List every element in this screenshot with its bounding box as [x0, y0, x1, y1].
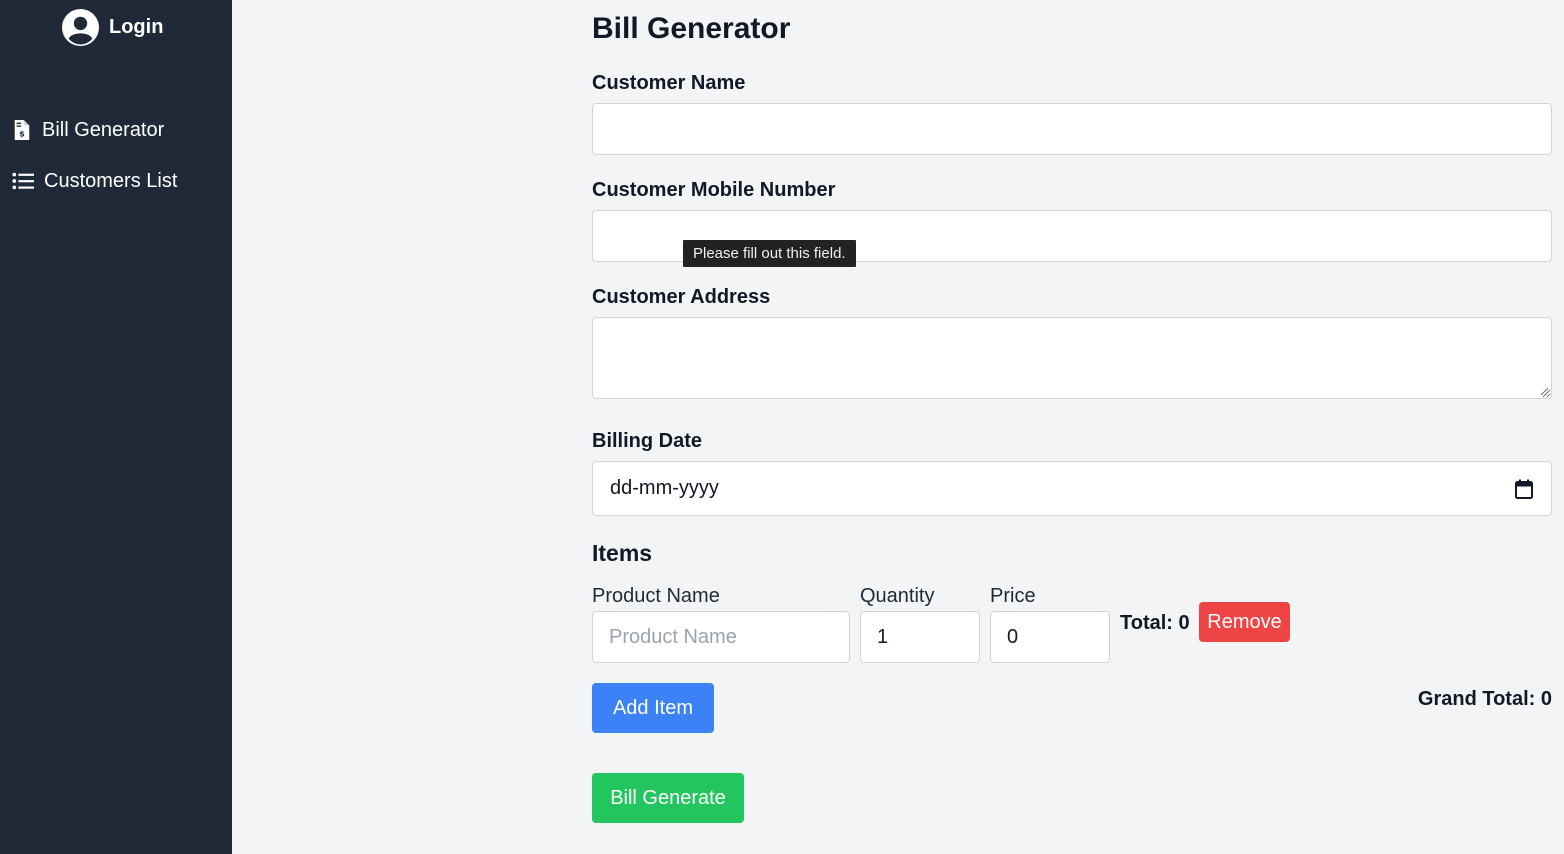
customer-address-textarea[interactable] [592, 317, 1552, 399]
calendar-icon[interactable] [1515, 479, 1533, 499]
product-name-column-label: Product Name [592, 585, 720, 607]
login-button[interactable]: Login [62, 9, 163, 46]
billing-date-label: Billing Date [592, 430, 703, 452]
list-icon [12, 172, 34, 190]
price-input[interactable] [990, 611, 1110, 663]
login-label: Login [109, 16, 164, 38]
item-total: Total: 0 [1120, 612, 1190, 634]
validation-tooltip: Please fill out this field. [683, 240, 856, 267]
product-name-input[interactable] [592, 611, 850, 663]
grand-total: Grand Total: 0 [1417, 688, 1552, 710]
user-circle-icon [62, 9, 99, 46]
billing-date-value: dd-mm-yyyy [610, 477, 719, 499]
customer-name-input[interactable] [592, 103, 1552, 155]
sidebar-item-customers-list[interactable]: Customers List [12, 169, 177, 193]
page-title: Bill Generator [592, 12, 791, 45]
billing-date-input[interactable]: dd-mm-yyyy [592, 461, 1552, 516]
add-item-button[interactable]: Add Item [592, 683, 714, 733]
sidebar-item-label: Bill Generator [42, 118, 165, 141]
quantity-input[interactable] [860, 611, 980, 663]
quantity-column-label: Quantity [860, 585, 935, 607]
items-heading: Items [592, 540, 653, 566]
price-column-label: Price [990, 585, 1036, 607]
sidebar: Login $ Bill Generator Customers List [0, 0, 232, 854]
bill-generate-button[interactable]: Bill Generate [592, 773, 744, 823]
customer-address-label: Customer Address [592, 286, 771, 308]
file-invoice-dollar-icon: $ [14, 120, 30, 140]
customer-mobile-label: Customer Mobile Number [592, 179, 836, 201]
sidebar-item-label: Customers List [44, 169, 178, 192]
remove-item-button[interactable]: Remove [1199, 602, 1290, 642]
sidebar-item-bill-generator[interactable]: $ Bill Generator [12, 118, 164, 142]
customer-name-label: Customer Name [592, 72, 746, 94]
svg-text:$: $ [19, 128, 25, 138]
customer-address-wrapper [592, 317, 1552, 399]
resize-grip-icon[interactable] [1539, 386, 1549, 396]
